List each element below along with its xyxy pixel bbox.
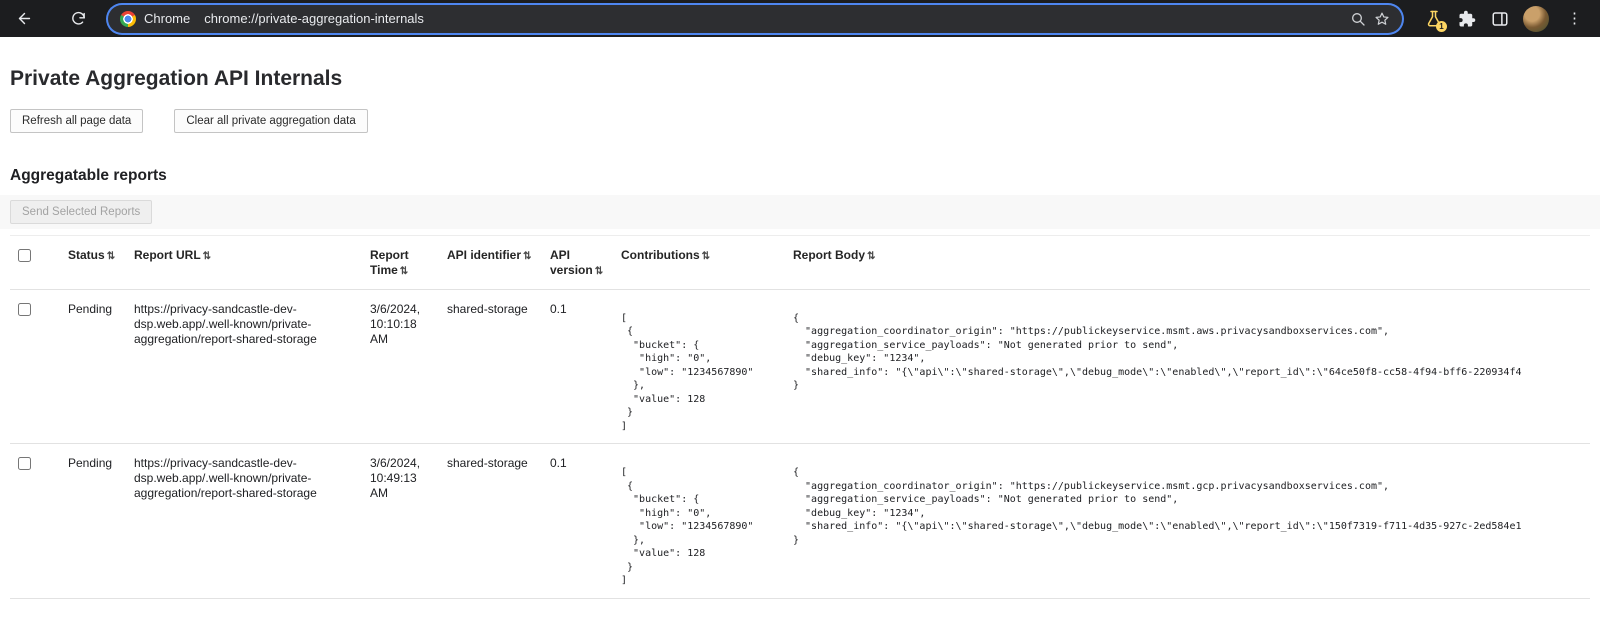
cell-contributions: [ { "bucket": { "high": "0", "low": "123… (613, 289, 785, 444)
cell-api-identifier: shared-storage (439, 289, 542, 444)
cell-api-version: 0.1 (542, 289, 613, 444)
aggregatable-reports-table: Status⇅ Report URL⇅ Report Time⇅ API ide… (10, 235, 1590, 599)
cell-api-version: 0.1 (542, 444, 613, 599)
header-contributions[interactable]: Contributions⇅ (613, 236, 785, 290)
reload-icon (70, 10, 87, 27)
extensions-button[interactable] (1457, 9, 1476, 28)
sort-icon: ⇅ (400, 266, 408, 277)
zoom-icon[interactable] (1350, 11, 1366, 27)
header-report-time[interactable]: Report Time⇅ (362, 236, 439, 290)
back-button[interactable] (10, 5, 38, 33)
chrome-logo-icon (120, 11, 136, 27)
header-status[interactable]: Status⇅ (60, 236, 126, 290)
cell-contributions: [ { "bucket": { "high": "0", "low": "123… (613, 444, 785, 599)
browser-toolbar: Chrome chrome://private-aggregation-inte… (0, 0, 1600, 37)
omnibox-site-label: Chrome (144, 11, 190, 26)
cell-report-body: { "aggregation_coordinator_origin": "htt… (785, 444, 1590, 599)
header-report-url[interactable]: Report URL⇅ (126, 236, 362, 290)
clear-all-button[interactable]: Clear all private aggregation data (174, 109, 367, 133)
row-checkbox[interactable] (18, 303, 31, 316)
report-body-json: { "aggregation_coordinator_origin": "htt… (793, 466, 1582, 547)
side-panel-button[interactable] (1490, 9, 1509, 28)
privacy-sandbox-extension-button[interactable]: 1 (1424, 9, 1443, 28)
profile-avatar[interactable] (1523, 6, 1549, 32)
cell-status: Pending (60, 289, 126, 444)
header-api-identifier[interactable]: API identifier⇅ (439, 236, 542, 290)
contributions-json: [ { "bucket": { "high": "0", "low": "123… (621, 312, 777, 434)
report-body-json: { "aggregation_coordinator_origin": "htt… (793, 312, 1582, 393)
omnibox-url-text: chrome://private-aggregation-internals (204, 11, 424, 26)
extension-badge: 1 (1436, 21, 1447, 32)
sort-icon: ⇅ (203, 251, 211, 262)
section-title: Aggregatable reports (10, 167, 1590, 185)
reports-action-strip: Send Selected Reports (0, 195, 1600, 235)
contributions-json: [ { "bucket": { "high": "0", "low": "123… (621, 466, 777, 588)
row-select-cell (10, 444, 60, 599)
sort-icon: ⇅ (523, 251, 531, 262)
browser-menu-button[interactable]: ⋮ (1563, 9, 1586, 28)
select-all-cell (10, 236, 60, 290)
back-arrow-icon (16, 10, 33, 27)
cell-report-url: https://privacy-sandcastle-dev-dsp.web.a… (126, 444, 362, 599)
bookmark-star-icon[interactable] (1374, 11, 1390, 27)
cell-report-body: { "aggregation_coordinator_origin": "htt… (785, 289, 1590, 444)
cell-report-time: 3/6/2024, 10:10:18 AM (362, 289, 439, 444)
kebab-menu-icon: ⋮ (1567, 10, 1582, 27)
row-checkbox[interactable] (18, 457, 31, 470)
table-header-row: Status⇅ Report URL⇅ Report Time⇅ API ide… (10, 236, 1590, 290)
page-title: Private Aggregation API Internals (10, 67, 1590, 91)
header-api-version[interactable]: API version⇅ (542, 236, 613, 290)
cell-report-time: 3/6/2024, 10:49:13 AM (362, 444, 439, 599)
side-panel-icon (1491, 10, 1509, 28)
cell-api-identifier: shared-storage (439, 444, 542, 599)
sort-icon: ⇅ (702, 251, 710, 262)
sort-icon: ⇅ (595, 266, 603, 277)
select-all-checkbox[interactable] (18, 249, 31, 262)
puzzle-icon (1458, 10, 1476, 28)
omnibox[interactable]: Chrome chrome://private-aggregation-inte… (108, 5, 1402, 33)
cell-status: Pending (60, 444, 126, 599)
page-actions: Refresh all page data Clear all private … (10, 109, 1590, 133)
header-report-body[interactable]: Report Body⇅ (785, 236, 1590, 290)
sort-icon: ⇅ (867, 251, 875, 262)
row-select-cell (10, 289, 60, 444)
toolbar-right-cluster: 1 ⋮ (1420, 6, 1590, 32)
table-row: Pending https://privacy-sandcastle-dev-d… (10, 289, 1590, 444)
reload-button[interactable] (64, 5, 92, 33)
sort-icon: ⇅ (107, 251, 115, 262)
cell-report-url: https://privacy-sandcastle-dev-dsp.web.a… (126, 289, 362, 444)
table-row: Pending https://privacy-sandcastle-dev-d… (10, 444, 1590, 599)
send-selected-reports-button[interactable]: Send Selected Reports (10, 200, 152, 224)
refresh-all-button[interactable]: Refresh all page data (10, 109, 143, 133)
page-content: Private Aggregation API Internals Refres… (0, 67, 1600, 599)
